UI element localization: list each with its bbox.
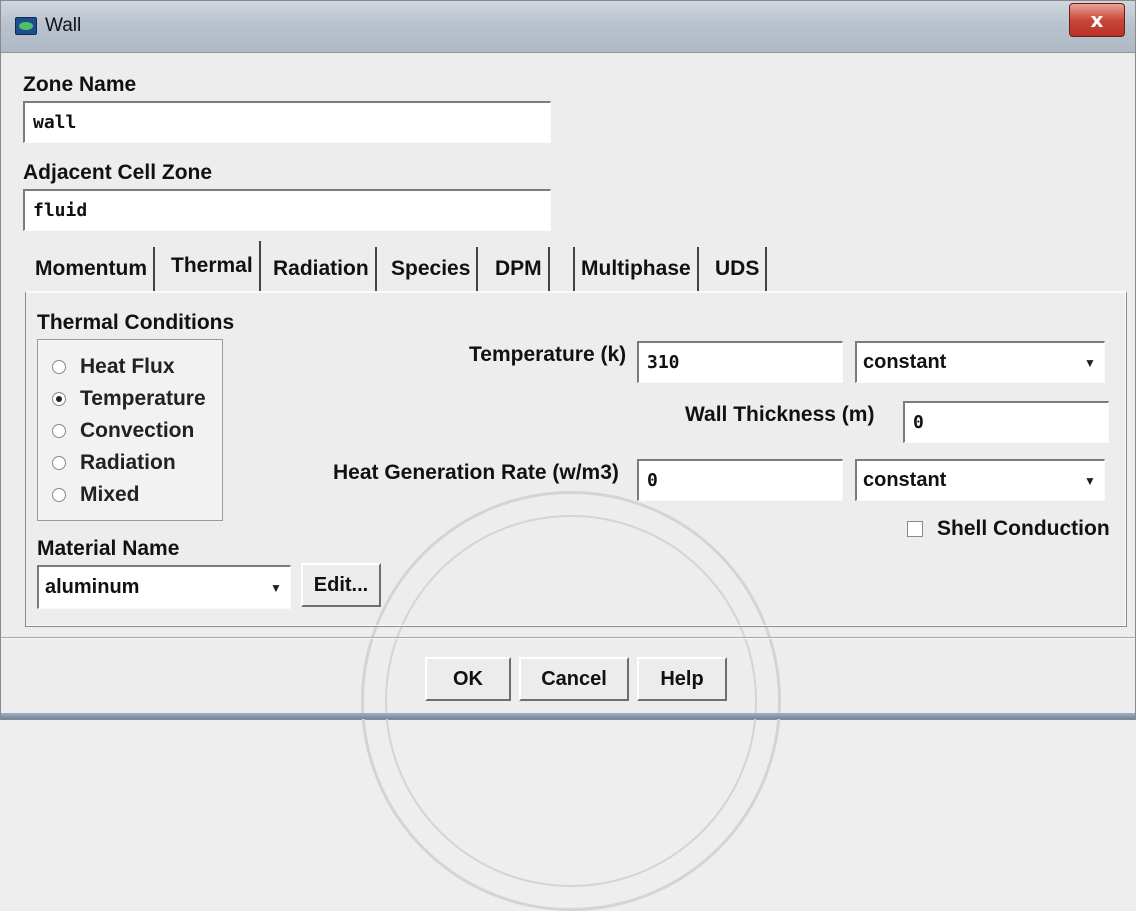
window-title: Wall <box>45 15 82 36</box>
chevron-down-icon[interactable]: ▼ <box>1078 345 1102 380</box>
radio-label: Temperature <box>80 387 206 410</box>
window-bottom-edge <box>1 713 1135 719</box>
material-name-select[interactable]: aluminum ▼ <box>37 565 291 609</box>
tab-radiation[interactable]: Radiation <box>267 247 377 291</box>
tab-uds[interactable]: UDS <box>709 247 768 291</box>
thermal-conditions-label: Thermal Conditions <box>37 311 235 334</box>
radio-label: Convection <box>80 419 195 442</box>
radio-button-icon <box>52 424 66 438</box>
footer-separator <box>1 637 1135 639</box>
tab-thermal[interactable]: Thermal <box>165 241 261 291</box>
fluent-app-icon <box>15 17 37 35</box>
heat-generation-value: 0 <box>647 470 658 491</box>
material-name-label: Material Name <box>37 537 180 560</box>
adjacent-cell-zone-label: Adjacent Cell Zone <box>23 161 213 184</box>
wall-dialog: Wall x Zone Name wall Adjacent Cell Zone… <box>0 0 1136 911</box>
help-button[interactable]: Help <box>637 657 727 701</box>
tab-species[interactable]: Species <box>385 247 479 291</box>
radio-label: Mixed <box>80 483 140 506</box>
radio-temperature[interactable]: Temperature <box>52 384 206 414</box>
material-name-value: aluminum <box>45 576 140 598</box>
radio-convection[interactable]: Convection <box>52 416 194 446</box>
heat-generation-method-select[interactable]: constant ▼ <box>855 459 1105 501</box>
thermal-conditions-group: Heat Flux Temperature Convection Radiati… <box>37 339 223 521</box>
zone-name-label: Zone Name <box>23 73 137 96</box>
chevron-down-icon[interactable]: ▼ <box>1078 463 1102 498</box>
heat-generation-field[interactable]: 0 <box>637 459 843 501</box>
title-bar[interactable]: Wall x <box>1 1 1135 53</box>
close-icon: x <box>1090 8 1104 32</box>
radio-button-icon <box>52 360 66 374</box>
radio-label: Heat Flux <box>80 355 175 378</box>
close-button[interactable]: x <box>1069 3 1125 37</box>
heat-generation-method-value: constant <box>863 469 947 491</box>
cancel-button[interactable]: Cancel <box>519 657 629 701</box>
radio-button-icon <box>52 488 66 502</box>
zone-name-value: wall <box>33 112 77 133</box>
wall-thickness-field[interactable]: 0 <box>903 401 1109 443</box>
tab-dpm[interactable]: DPM <box>489 247 550 291</box>
zone-name-field[interactable]: wall <box>23 101 551 143</box>
adjacent-cell-zone-field[interactable]: fluid <box>23 189 551 231</box>
radio-button-checked-icon <box>52 392 66 406</box>
shell-conduction-checkbox[interactable] <box>907 521 923 537</box>
shell-conduction-label: Shell Conduction <box>937 517 1110 540</box>
ok-button[interactable]: OK <box>425 657 511 701</box>
tab-multiphase[interactable]: Multiphase <box>573 247 699 291</box>
edit-material-button[interactable]: Edit... <box>301 563 381 607</box>
temperature-label: Temperature (k) <box>469 343 627 366</box>
temperature-field[interactable]: 310 <box>637 341 843 383</box>
temperature-method-value: constant <box>863 351 947 373</box>
adjacent-cell-zone-value: fluid <box>33 200 88 221</box>
wall-thickness-label: Wall Thickness (m) <box>685 403 875 426</box>
radio-button-icon <box>52 456 66 470</box>
radio-radiation[interactable]: Radiation <box>52 448 176 478</box>
radio-heat-flux[interactable]: Heat Flux <box>52 352 175 382</box>
wall-thickness-value: 0 <box>913 412 924 433</box>
temperature-value: 310 <box>647 352 680 373</box>
heat-generation-label: Heat Generation Rate (w/m3) <box>333 461 619 484</box>
temperature-method-select[interactable]: constant ▼ <box>855 341 1105 383</box>
tab-momentum[interactable]: Momentum <box>29 247 155 291</box>
radio-mixed[interactable]: Mixed <box>52 480 140 510</box>
radio-label: Radiation <box>80 451 176 474</box>
chevron-down-icon[interactable]: ▼ <box>264 569 288 606</box>
